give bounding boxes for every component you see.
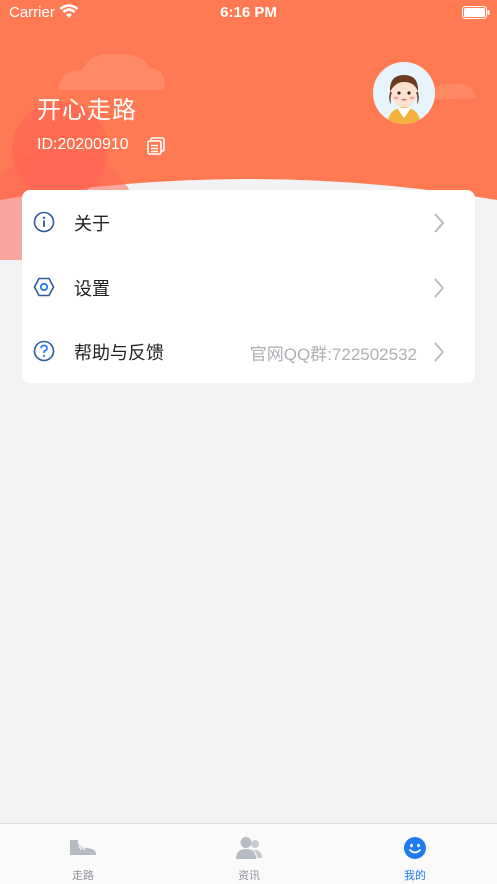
- avatar[interactable]: [373, 62, 435, 124]
- avatar-girl-icon: [373, 62, 435, 124]
- clock: 6:16 PM: [220, 4, 277, 21]
- menu-card: 关于 设置 帮助与反馈 官网QQ群:722502532: [22, 190, 475, 383]
- tab-label: 我的: [404, 869, 426, 882]
- menu-item-about[interactable]: 关于: [22, 190, 475, 254]
- settings-icon: [33, 277, 55, 297]
- menu-item-label: 设置: [74, 279, 110, 300]
- tab-news[interactable]: 资讯: [166, 824, 332, 884]
- tab-label: 走路: [72, 869, 94, 882]
- user-id: ID:20200910: [37, 136, 129, 153]
- help-icon: [33, 340, 55, 362]
- chevron-right-icon: [434, 342, 445, 362]
- qq-group-text: 官网QQ群:722502532: [249, 345, 417, 364]
- shoe-icon: [70, 840, 96, 855]
- users-icon: [236, 837, 262, 859]
- status-bar: Carrier 6:16 PM: [0, 0, 497, 26]
- user-nickname: 开心走路: [37, 96, 137, 124]
- tab-label: 资讯: [238, 869, 260, 882]
- menu-item-label: 关于: [74, 214, 110, 235]
- chevron-right-icon: [434, 213, 445, 233]
- menu-item-label: 帮助与反馈: [74, 343, 164, 364]
- chevron-right-icon: [434, 278, 445, 298]
- battery-icon: [462, 6, 490, 19]
- copy-icon[interactable]: [146, 136, 166, 156]
- menu-item-help-feedback[interactable]: 帮助与反馈 官网QQ群:722502532: [22, 319, 475, 383]
- tab-mine[interactable]: 我的: [332, 824, 497, 884]
- menu-item-settings[interactable]: 设置: [22, 255, 475, 319]
- tab-bar: 走路 资讯 我的: [0, 823, 497, 884]
- tab-walk[interactable]: 走路: [0, 824, 166, 884]
- smile-icon: [404, 837, 426, 859]
- info-icon: [33, 211, 55, 233]
